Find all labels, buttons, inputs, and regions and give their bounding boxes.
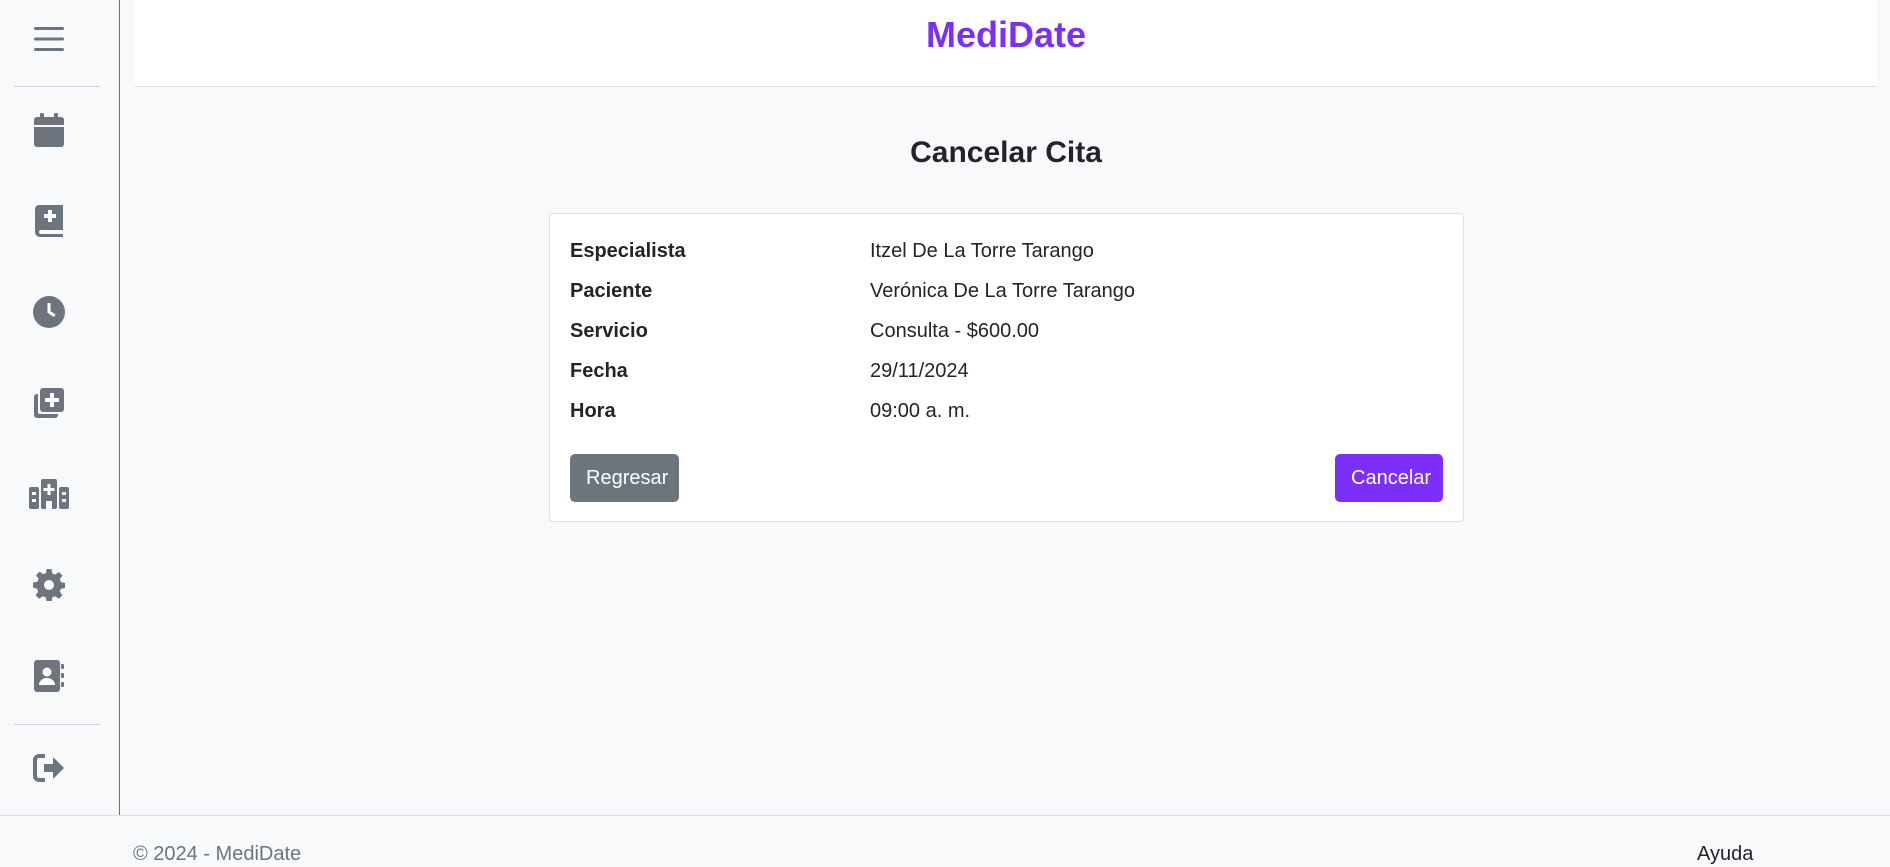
detail-row-time: Hora 09:00 a. m.: [570, 391, 1443, 431]
add-copy-icon: [34, 387, 64, 423]
detail-value: 09:00 a. m.: [870, 399, 971, 422]
medical-book-icon: [35, 204, 63, 242]
sidebar-item-add-service[interactable]: [14, 375, 84, 435]
logout-button[interactable]: [14, 740, 84, 800]
detail-label: Especialista: [570, 239, 686, 262]
menu-button[interactable]: [14, 11, 84, 71]
logout-icon: [33, 753, 65, 787]
footer: © 2024 - MediDate Ayuda: [0, 815, 1890, 867]
hospital-icon: [29, 478, 69, 514]
copyright-text: © 2024 - MediDate: [133, 843, 302, 865]
back-button[interactable]: Regresar: [570, 454, 679, 502]
sidebar-item-history[interactable]: [14, 284, 84, 344]
detail-row-patient: Paciente Verónica De La Torre Tarango: [570, 271, 1443, 311]
appointment-card: Especialista Itzel De La Torre Tarango P…: [549, 213, 1464, 522]
calendar-icon: [34, 112, 64, 152]
clock-icon: [33, 295, 65, 333]
sidebar-item-medical-records[interactable]: [14, 193, 84, 253]
sidebar: [0, 0, 120, 815]
detail-row-specialist: Especialista Itzel De La Torre Tarango: [570, 231, 1443, 271]
menu-icon: [34, 26, 64, 57]
sidebar-item-calendar[interactable]: [14, 102, 84, 162]
detail-row-date: Fecha 29/11/2024: [570, 351, 1443, 391]
detail-value: Itzel De La Torre Tarango: [870, 239, 1094, 262]
gear-icon: [33, 568, 66, 606]
detail-value: Consulta - $600.00: [870, 319, 1040, 342]
detail-label: Paciente: [570, 279, 653, 302]
contact-book-icon: [34, 659, 64, 697]
sidebar-divider: [14, 86, 100, 87]
help-link[interactable]: Ayuda: [1697, 843, 1753, 866]
sidebar-item-settings[interactable]: [14, 557, 84, 617]
sidebar-divider: [14, 724, 100, 725]
detail-row-service: Servicio Consulta - $600.00: [570, 311, 1443, 351]
top-header: MediDate: [135, 0, 1877, 87]
brand-title[interactable]: MediDate: [135, 14, 1877, 56]
detail-label: Servicio: [570, 319, 648, 342]
detail-value: 29/11/2024: [870, 359, 969, 382]
detail-label: Fecha: [570, 359, 628, 382]
detail-label: Hora: [570, 399, 616, 422]
page-title: Cancelar Cita: [910, 136, 1102, 169]
detail-value: Verónica De La Torre Tarango: [870, 279, 1135, 302]
cancel-appointment-button[interactable]: Cancelar: [1335, 454, 1443, 502]
sidebar-item-contacts[interactable]: [14, 648, 84, 708]
sidebar-item-clinics[interactable]: [14, 466, 84, 526]
